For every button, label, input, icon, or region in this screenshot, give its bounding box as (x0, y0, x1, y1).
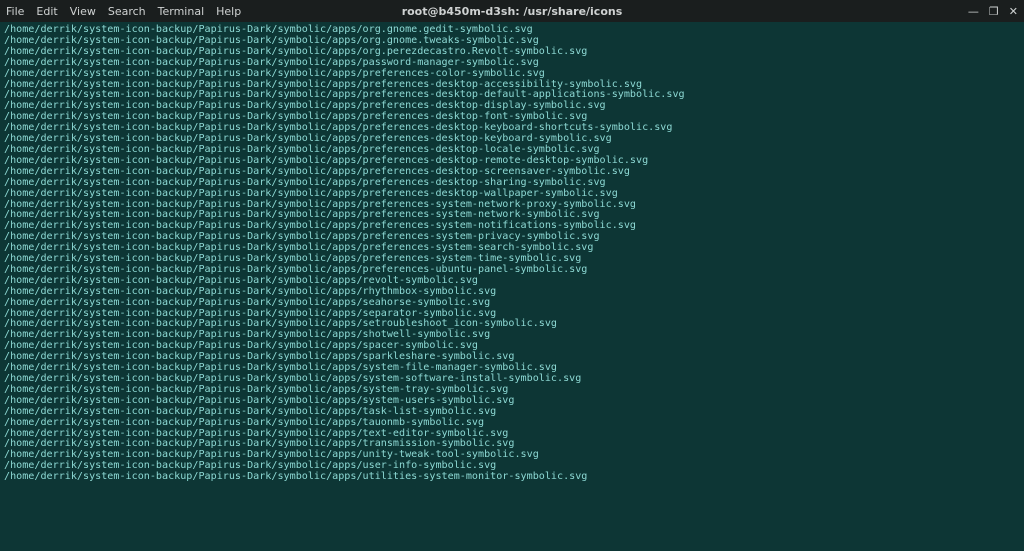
maximize-icon[interactable]: ❐ (989, 5, 999, 18)
terminal-line: /home/derrik/system-icon-backup/Papirus-… (4, 472, 1020, 483)
terminal-line: /home/derrik/system-icon-backup/Papirus-… (4, 58, 1020, 69)
menu-help[interactable]: Help (216, 5, 241, 18)
menu-terminal[interactable]: Terminal (158, 5, 205, 18)
terminal-line: /home/derrik/system-icon-backup/Papirus-… (4, 69, 1020, 80)
menu-search[interactable]: Search (108, 5, 146, 18)
close-icon[interactable]: ✕ (1009, 5, 1018, 18)
terminal-line: /home/derrik/system-icon-backup/Papirus-… (4, 418, 1020, 429)
terminal-line: /home/derrik/system-icon-backup/Papirus-… (4, 407, 1020, 418)
minimize-icon[interactable]: — (968, 5, 979, 18)
terminal-line: /home/derrik/system-icon-backup/Papirus-… (4, 189, 1020, 200)
window-title: root@b450m-d3sh: /usr/share/icons (402, 5, 623, 18)
terminal-line: /home/derrik/system-icon-backup/Papirus-… (4, 178, 1020, 189)
terminal-line: /home/derrik/system-icon-backup/Papirus-… (4, 298, 1020, 309)
menu-bar: File Edit View Search Terminal Help (6, 5, 241, 18)
window-titlebar: File Edit View Search Terminal Help root… (0, 0, 1024, 22)
menu-edit[interactable]: Edit (36, 5, 57, 18)
menu-view[interactable]: View (70, 5, 96, 18)
window-controls: — ❐ ✕ (968, 5, 1018, 18)
terminal-output[interactable]: /home/derrik/system-icon-backup/Papirus-… (0, 22, 1024, 551)
menu-file[interactable]: File (6, 5, 24, 18)
